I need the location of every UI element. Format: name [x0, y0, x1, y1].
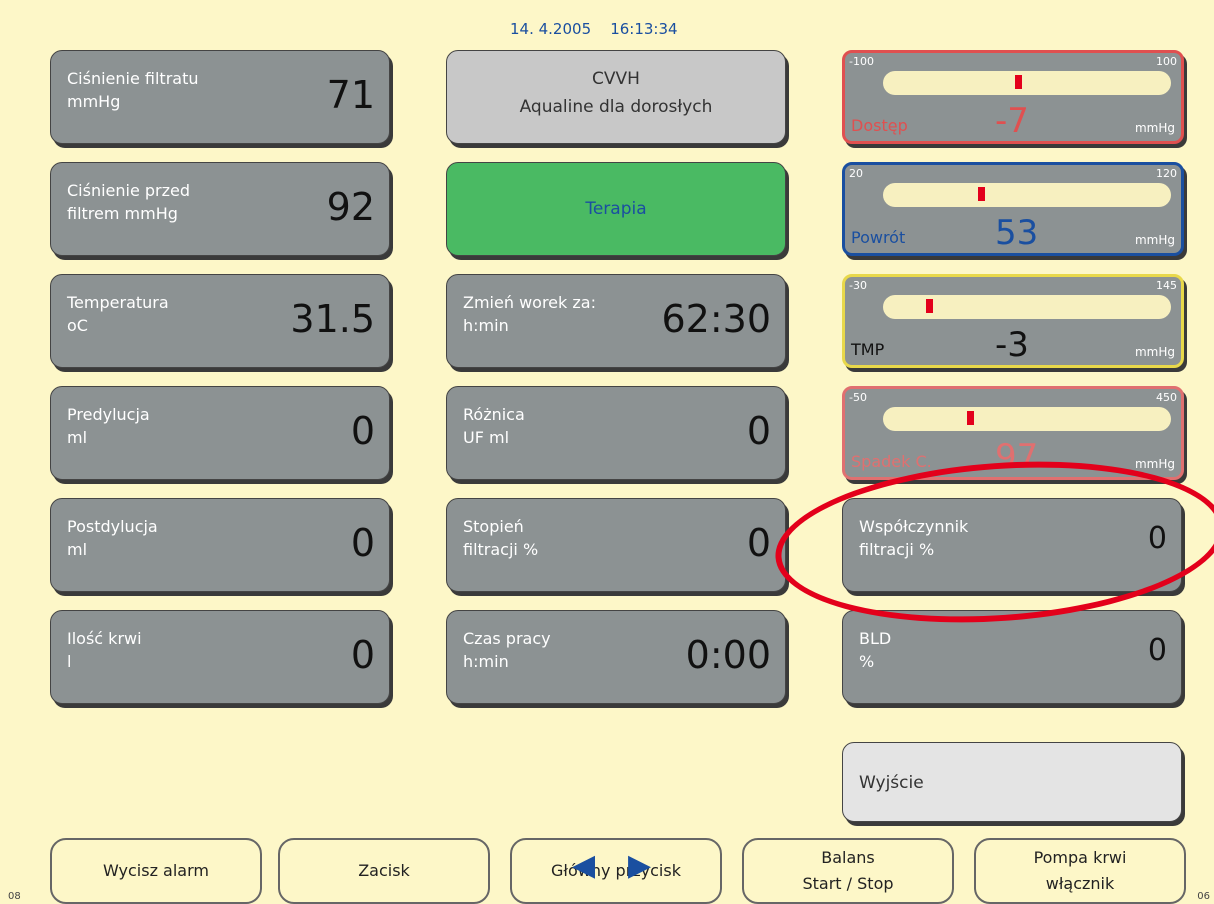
panel-value: 0:00: [685, 633, 771, 677]
runtime-panel[interactable]: Czas pracy h:min 0:00: [446, 610, 786, 704]
panel-value: 71: [326, 73, 375, 117]
panel-label: BLD %: [859, 629, 892, 671]
therapy-label: Terapia: [585, 199, 647, 219]
highlight-circle: [770, 447, 1214, 637]
gauge-track: [883, 407, 1171, 431]
gauge-value: 53: [995, 213, 1039, 253]
clamp-button[interactable]: Zacisk: [278, 838, 490, 904]
panel-value: 62:30: [661, 297, 771, 341]
filtrate-pressure-panel[interactable]: Ciśnienie filtratu mmHg 71: [50, 50, 390, 144]
panel-label: Ciśnienie przed filtrem mmHg: [67, 181, 191, 223]
gauge-track: [883, 295, 1171, 319]
arrow-left-icon: ◀: [572, 848, 596, 883]
mode-panel[interactable]: CVVH Aqualine dla dorosłych: [446, 50, 786, 144]
panel-label: Ciśnienie filtratu mmHg: [67, 69, 199, 111]
panel-label: Ilość krwi l: [67, 629, 142, 671]
return-pressure-gauge[interactable]: 20 120 Powrót 53 mmHg: [842, 162, 1184, 256]
time: 16:13:34: [610, 20, 678, 38]
gauge-name: Spadek C.: [851, 452, 932, 471]
button-label: Zacisk: [358, 861, 410, 880]
bld-panel[interactable]: BLD % 0: [842, 610, 1182, 704]
button-label: Wycisz alarm: [102, 861, 209, 880]
panel-label: Postdylucja ml: [67, 517, 158, 559]
gauge-unit: mmHg: [1134, 345, 1175, 359]
panel-value: 0: [350, 633, 375, 677]
button-label: Balans Start / Stop: [802, 848, 894, 893]
gauge-unit: mmHg: [1134, 121, 1175, 135]
datetime: 14. 4.2005 16:13:34: [510, 20, 678, 38]
panel-label: Predylucja ml: [67, 405, 150, 447]
panel-label: Różnica UF ml: [463, 405, 525, 447]
filtration-degree-panel[interactable]: Stopień filtracji % 0: [446, 498, 786, 592]
gauge-marker: [926, 299, 934, 313]
panel-label: Czas pracy h:min: [463, 629, 551, 671]
corner-right-label: 06: [1197, 891, 1210, 902]
panel-label: Zmień worek za: h:min: [463, 293, 596, 335]
gauge-track: [883, 71, 1171, 95]
uf-difference-panel[interactable]: Różnica UF ml 0: [446, 386, 786, 480]
panel-value: 0: [350, 521, 375, 565]
mute-alarm-button[interactable]: Wycisz alarm: [50, 838, 262, 904]
gauge-max: 120: [1156, 167, 1177, 180]
panel-label: Stopień filtracji %: [463, 517, 539, 559]
therapy-button[interactable]: Terapia: [446, 162, 786, 256]
exit-label: Wyjście: [859, 773, 924, 793]
panel-label: Temperatura oC: [67, 293, 169, 335]
date: 14. 4.2005: [510, 20, 592, 38]
bag-change-panel[interactable]: Zmień worek za: h:min 62:30: [446, 274, 786, 368]
temperature-panel[interactable]: Temperatura oC 31.5: [50, 274, 390, 368]
gauge-min: -30: [849, 279, 867, 292]
gauge-max: 145: [1156, 279, 1177, 292]
arrow-right-icon: ▶: [628, 848, 652, 883]
gauge-value: -3: [995, 325, 1029, 365]
gauge-name: Dostęp: [851, 116, 908, 135]
button-label: Główny przycisk: [551, 861, 681, 880]
panel-value: 0: [746, 521, 771, 565]
corner-left-label: 08: [8, 891, 21, 902]
button-label: Pompa krwi włącznik: [1033, 848, 1127, 893]
panel-value: 0: [350, 409, 375, 453]
mode-title: CVVH: [592, 69, 640, 89]
predilution-panel[interactable]: Predylucja ml 0: [50, 386, 390, 480]
gauge-unit: mmHg: [1134, 233, 1175, 247]
blood-pump-switch-button[interactable]: Pompa krwi włącznik: [974, 838, 1186, 904]
gauge-marker: [1015, 75, 1023, 89]
balance-start-stop-button[interactable]: Balans Start / Stop: [742, 838, 954, 904]
panel-value: 0: [1147, 633, 1167, 668]
gauge-track: [883, 183, 1171, 207]
main-button[interactable]: Główny przycisk: [510, 838, 722, 904]
gauge-name: TMP: [851, 340, 885, 359]
gauge-unit: mmHg: [1134, 457, 1175, 471]
panel-value: 31.5: [290, 297, 375, 341]
gauge-max: 100: [1156, 55, 1177, 68]
gauge-min: -100: [849, 55, 874, 68]
tmp-gauge[interactable]: -30 145 TMP -3 mmHg: [842, 274, 1184, 368]
gauge-min: -50: [849, 391, 867, 404]
exit-button[interactable]: Wyjście: [842, 742, 1182, 822]
panel-value: 92: [326, 185, 375, 229]
mode-subtitle: Aqualine dla dorosłych: [519, 97, 713, 117]
access-pressure-gauge[interactable]: -100 100 Dostęp -7 mmHg: [842, 50, 1184, 144]
postdilution-panel[interactable]: Postdylucja ml 0: [50, 498, 390, 592]
prefilter-pressure-panel[interactable]: Ciśnienie przed filtrem mmHg 92: [50, 162, 390, 256]
gauge-value: -7: [995, 101, 1029, 141]
gauge-marker: [978, 187, 986, 201]
gauge-marker: [966, 411, 974, 425]
panel-value: 0: [746, 409, 771, 453]
blood-volume-panel[interactable]: Ilość krwi l 0: [50, 610, 390, 704]
gauge-name: Powrót: [851, 228, 906, 247]
gauge-max: 450: [1156, 391, 1177, 404]
gauge-min: 20: [849, 167, 863, 180]
